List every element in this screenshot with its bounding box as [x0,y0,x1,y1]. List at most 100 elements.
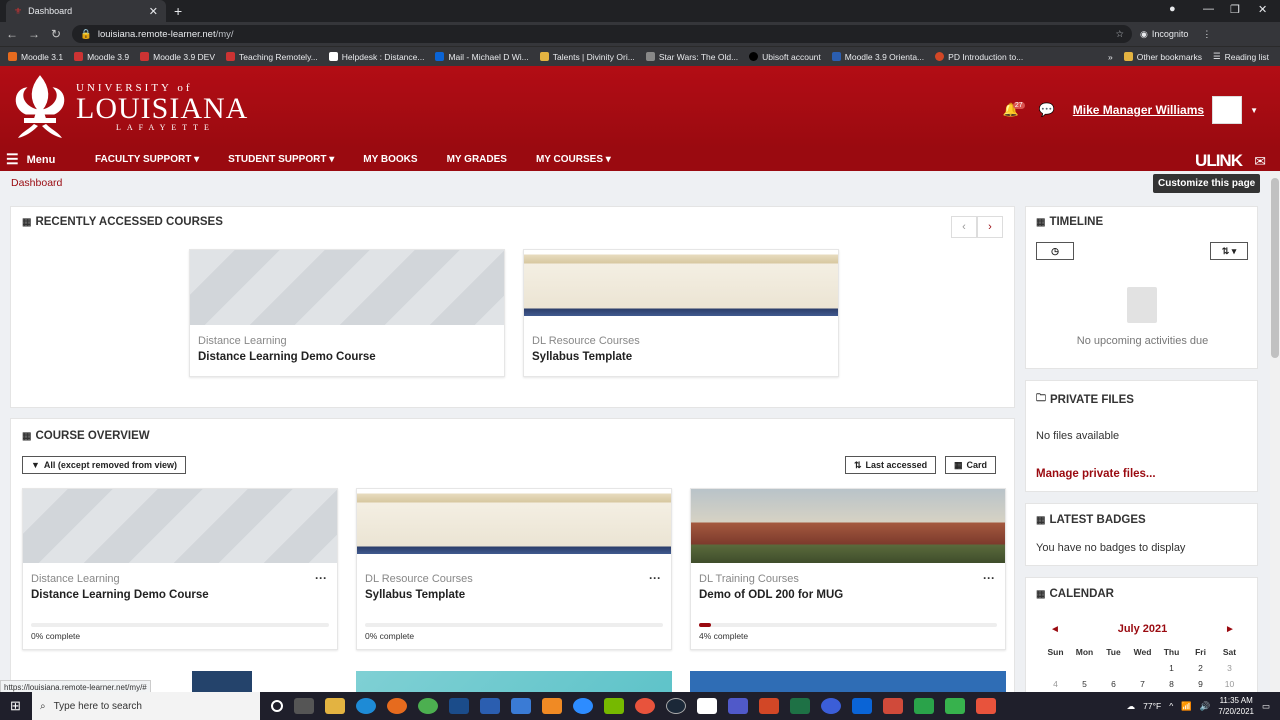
course-actions-icon[interactable]: ··· [315,571,327,585]
close-window-icon[interactable]: ✕ [1258,3,1267,16]
course-name[interactable]: Syllabus Template [365,589,671,601]
app-icon[interactable] [883,698,903,714]
weather-icon[interactable]: ☁ [1127,701,1136,712]
user-menu-name[interactable]: Mike Manager Williams [1073,103,1204,117]
browser-tab[interactable]: ⚜ Dashboard ✕ [6,0,166,22]
moodle-app-icon[interactable] [697,698,717,714]
camtasia-icon[interactable] [945,698,965,714]
bookmark-item[interactable]: Talents | Divinity Ori... [539,52,635,62]
app-icon[interactable] [635,698,655,714]
chrome-icon[interactable] [418,698,438,714]
firefox-icon[interactable] [387,698,407,714]
app-icon[interactable] [821,698,841,714]
nav-faculty-support[interactable]: FACULTY SUPPORT ▾ [95,154,199,165]
bookmark-item[interactable]: Moodle 3.9 Orienta... [831,52,924,62]
profile-icon[interactable]: ● [1169,3,1176,15]
url-input[interactable]: 🔒 louisiana.remote-learner.net/my/ ☆ [72,25,1132,43]
steam-icon[interactable] [666,698,686,714]
new-tab-icon[interactable]: + [174,3,182,19]
user-menu-caret-icon[interactable]: ▼ [1250,106,1258,115]
course-card[interactable]: DL Training Courses Demo of ODL 200 for … [690,488,1006,650]
prev-arrow-icon[interactable]: ‹ [951,216,977,238]
next-month-icon[interactable]: ► [1225,624,1235,635]
mail-icon[interactable]: ✉ [1254,153,1266,170]
tray-chevron-icon[interactable]: ^ [1169,701,1173,711]
manage-files-link[interactable]: Manage private files... [1036,468,1156,480]
messages-icon[interactable]: 💬 [1039,102,1055,118]
nav-student-support[interactable]: STUDENT SUPPORT ▾ [228,154,334,165]
maximize-icon[interactable]: ❐ [1230,3,1240,16]
file-explorer-icon[interactable] [325,698,345,714]
timeline-filter-button[interactable]: ◷ [1036,242,1074,260]
notifications-bell-icon[interactable]: 🔔27 [1003,102,1031,118]
nav-my-courses[interactable]: MY COURSES ▾ [536,154,611,165]
bookmark-item[interactable]: Helpdesk : Distance... [328,52,424,62]
other-bookmarks[interactable]: Other bookmarks [1123,52,1202,62]
course-actions-icon[interactable]: ··· [983,571,995,585]
course-name[interactable]: Syllabus Template [532,351,838,363]
back-icon[interactable]: ← [2,27,22,41]
more-bookmarks-icon[interactable]: » [1108,52,1113,62]
word-icon[interactable] [480,698,500,714]
bookmark-item[interactable]: Moodle 3.1 [8,52,63,62]
outlook-icon[interactable] [852,698,872,714]
temperature[interactable]: 77°F [1143,701,1161,711]
bookmark-star-icon[interactable]: ☆ [1115,29,1124,40]
customize-page-button[interactable]: Customize this page [1153,174,1261,193]
windows-start-icon[interactable]: ⊞ [10,698,21,714]
bookmark-item[interactable]: Moodle 3.9 [74,52,129,62]
volume-icon[interactable]: 🔊 [1200,701,1211,712]
filter-dropdown[interactable]: ▼ All (except removed from view) [22,456,186,474]
browser-menu-icon[interactable]: ⋮ [1202,29,1211,40]
recent-course-card[interactable]: DL Resource Courses Syllabus Template [523,249,839,377]
bookmark-item[interactable]: Ubisoft account [749,52,821,62]
recent-course-card[interactable]: Distance Learning Distance Learning Demo… [189,249,505,377]
app-icon[interactable] [511,698,531,714]
photoshop-icon[interactable] [449,698,469,714]
close-tab-icon[interactable]: ✕ [149,5,158,18]
view-dropdown[interactable]: ▦ Card [945,456,997,474]
course-name[interactable]: Distance Learning Demo Course [198,351,504,363]
notification-center-icon[interactable]: ▭ [1262,701,1270,712]
zoom-icon[interactable] [573,698,593,714]
course-card[interactable]: DL Resource Courses Syllabus Template ··… [356,488,672,650]
avatar[interactable] [1212,96,1243,124]
ulink-logo[interactable]: ULINK [1195,151,1243,171]
taskbar-clock[interactable]: 11:35 AM 7/20/2021 [1218,695,1254,717]
bookmark-item[interactable]: Teaching Remotely... [226,52,318,62]
powerpoint-icon[interactable] [759,698,779,714]
next-arrow-icon[interactable]: › [977,216,1003,238]
nav-my-books[interactable]: MY BOOKS [363,154,417,165]
bookmark-item[interactable]: Star Wars: The Old... [645,52,738,62]
network-icon[interactable]: 📶 [1181,701,1192,712]
bookmark-item[interactable]: Moodle 3.9 DEV [140,52,215,62]
excel-icon[interactable] [790,698,810,714]
edge-icon[interactable] [356,698,376,714]
breadcrumb[interactable]: Dashboard [11,177,62,189]
bookmark-item[interactable]: Mail - Michael D Wi... [435,52,529,62]
course-name[interactable]: Demo of ODL 200 for MUG [699,589,1005,601]
scrollbar-thumb[interactable] [1271,178,1279,358]
teams-icon[interactable] [728,698,748,714]
app-icon[interactable] [976,698,996,714]
bookmark-item[interactable]: PD Introduction to... [935,52,1023,62]
course-card[interactable]: Distance Learning Distance Learning Demo… [22,488,338,650]
reload-icon[interactable]: ↻ [46,27,66,41]
vlc-icon[interactable] [542,698,562,714]
sort-dropdown[interactable]: ⇅ Last accessed [845,456,937,474]
cortana-icon[interactable] [271,700,283,712]
university-logo[interactable]: UNIVERSITY of LOUISIANA LAFAYETTE [8,74,248,140]
taskbar-search[interactable]: ⌕ Type here to search [32,692,260,720]
nav-my-grades[interactable]: MY GRADES [447,154,507,165]
course-name[interactable]: Distance Learning Demo Course [31,589,337,601]
timeline-sort-button[interactable]: ⇅ ▾ [1210,242,1248,260]
course-actions-icon[interactable]: ··· [649,571,661,585]
app-icon[interactable] [914,698,934,714]
reading-list[interactable]: ☰ Reading list [1213,51,1269,62]
incognito-indicator[interactable]: ◉ Incognito ⋮ [1140,29,1211,40]
menu-button[interactable]: ☰ Menu [0,151,82,168]
task-view-icon[interactable] [294,698,314,714]
forward-icon[interactable]: → [24,27,44,41]
minimize-icon[interactable]: — [1203,3,1214,15]
nvidia-icon[interactable] [604,698,624,714]
